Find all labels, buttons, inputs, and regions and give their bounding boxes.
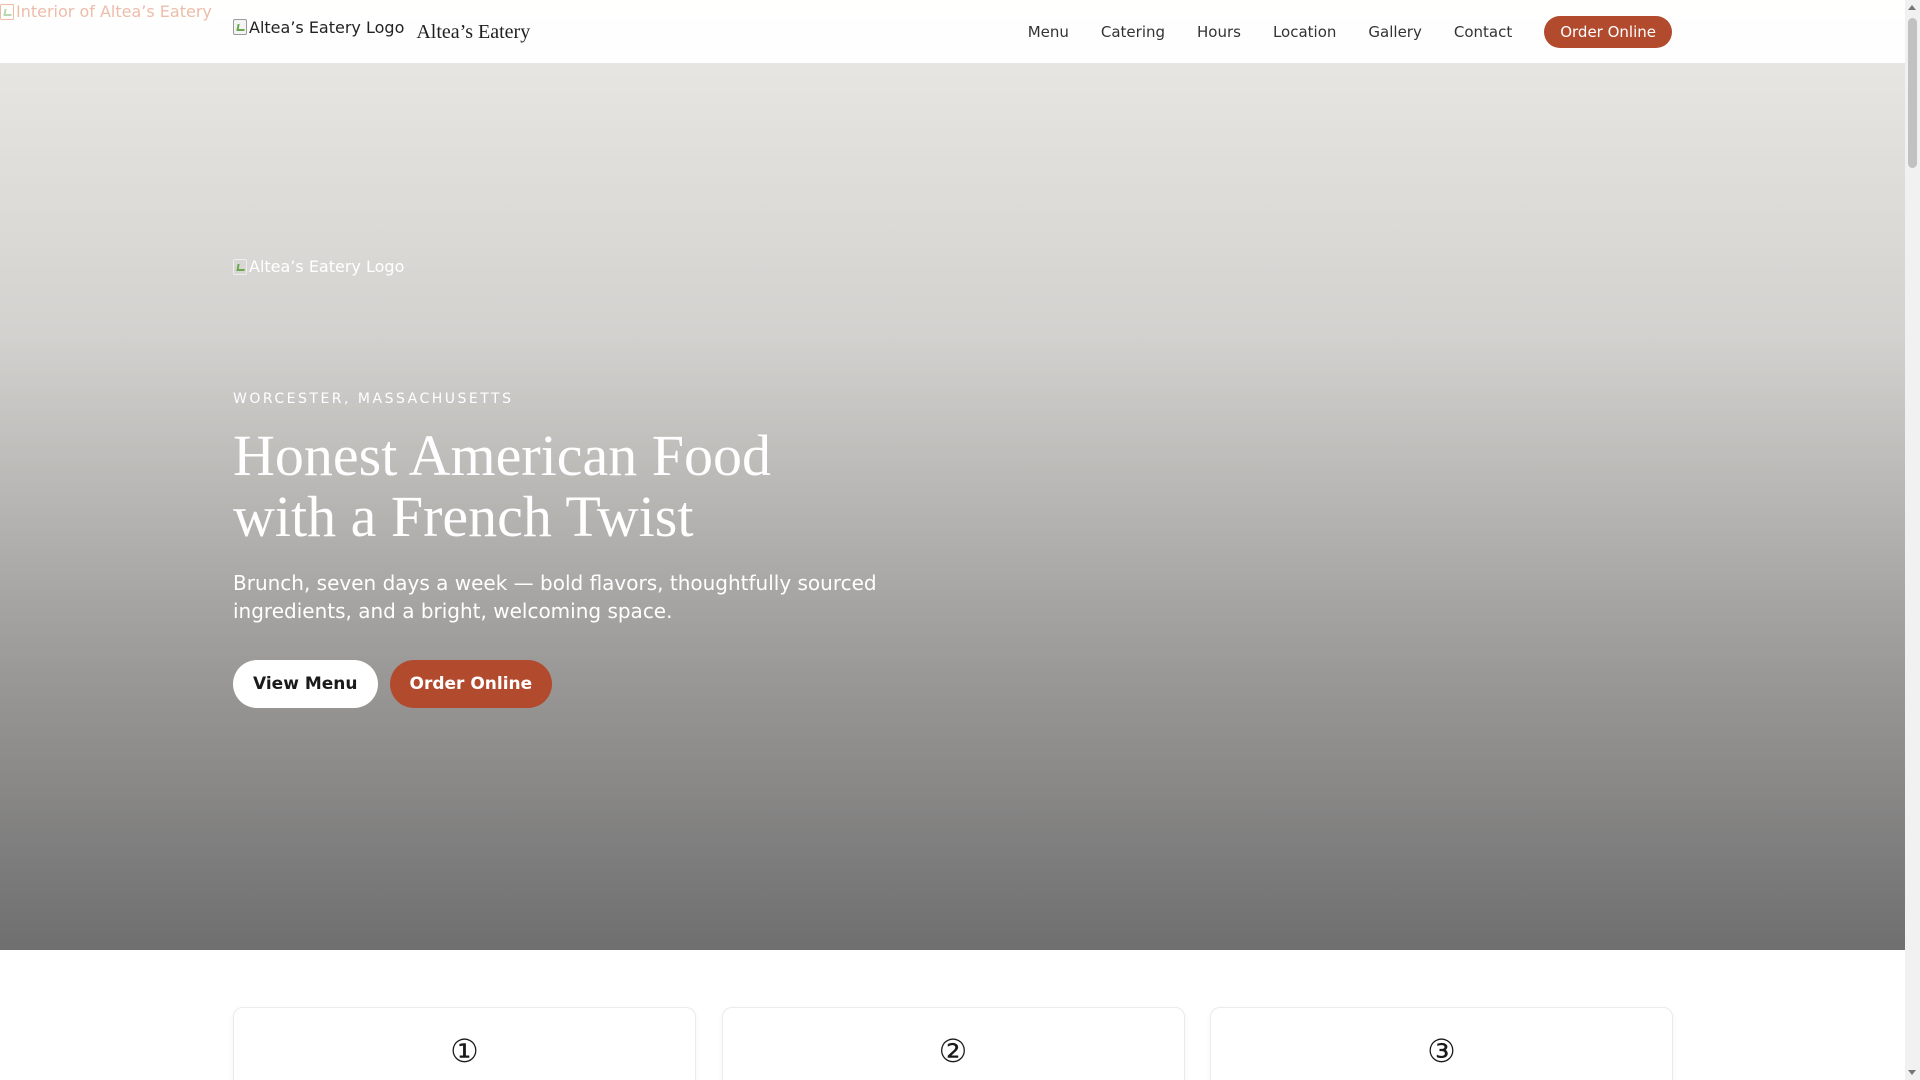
feature-card: ③ [1210,1007,1673,1080]
hero-background-alt-text: Interior of Altea’s Eatery [16,2,212,21]
features-section: ① ② ③ [233,1007,1673,1080]
scroll-down-arrow-icon[interactable] [1908,1070,1916,1075]
nav-link-gallery[interactable]: Gallery [1368,23,1421,41]
page: Altea’s Eatery Logo WORCESTER, MASSACHUS… [0,0,1905,1080]
nav-link-contact[interactable]: Contact [1454,23,1512,41]
feature-number: ③ [1427,1032,1456,1070]
hero-background-image: Interior of Altea’s Eatery [0,2,212,21]
hero-location-kicker: WORCESTER, MASSACHUSETTS [233,390,514,407]
view-menu-button[interactable]: View Menu [233,659,378,708]
hero-title-line-1: Honest American Food [233,422,772,488]
hero-logo-alt-text: Altea’s Eatery Logo [249,257,405,276]
hero-content: Altea’s Eatery Logo WORCESTER, MASSACHUS… [233,257,913,708]
broken-image-icon [233,258,247,275]
hero-section: Altea’s Eatery Logo WORCESTER, MASSACHUS… [0,0,1905,950]
main-nav: Menu Catering Hours Location Gallery Con… [996,16,1672,48]
feature-card: ① [233,1007,696,1080]
header-logo-alt-text: Altea’s Eatery Logo [249,17,405,37]
nav-link-catering[interactable]: Catering [1101,23,1165,41]
broken-image-icon [0,3,14,20]
header-order-online-button[interactable]: Order Online [1544,16,1672,48]
hero-subtitle: Brunch, seven days a week — bold flavors… [233,570,877,623]
nav-link-location[interactable]: Location [1273,23,1336,41]
hero-logo-image: Altea’s Eatery Logo [233,257,404,276]
scrollbar-thumb[interactable] [1908,18,1917,168]
vertical-scrollbar[interactable] [1905,0,1920,1080]
hero-title: Honest American Food with a French Twist [233,425,913,547]
scroll-up-arrow-icon[interactable] [1908,5,1916,10]
brand-home-link[interactable]: Altea’s Eatery Logo Altea’s Eatery [233,18,531,44]
brand-name: Altea’s Eatery [416,20,531,43]
nav-link-hours[interactable]: Hours [1197,23,1241,41]
feature-number: ② [938,1032,968,1070]
broken-image-icon [233,19,247,35]
hero-title-line-2: with a French Twist [233,483,694,549]
header-inner: Altea’s Eatery Logo Altea’s Eatery Menu … [233,0,1672,64]
site-header: Altea’s Eatery Logo Altea’s Eatery Menu … [0,0,1905,64]
nav-link-menu[interactable]: Menu [1028,23,1069,41]
hero-order-online-button[interactable]: Order Online [389,659,553,708]
header-logo-image: Altea’s Eatery Logo [233,18,404,37]
feature-number: ① [450,1032,479,1070]
hero-actions: View Menu Order Online [233,659,913,708]
feature-card: ② [721,1007,1185,1080]
